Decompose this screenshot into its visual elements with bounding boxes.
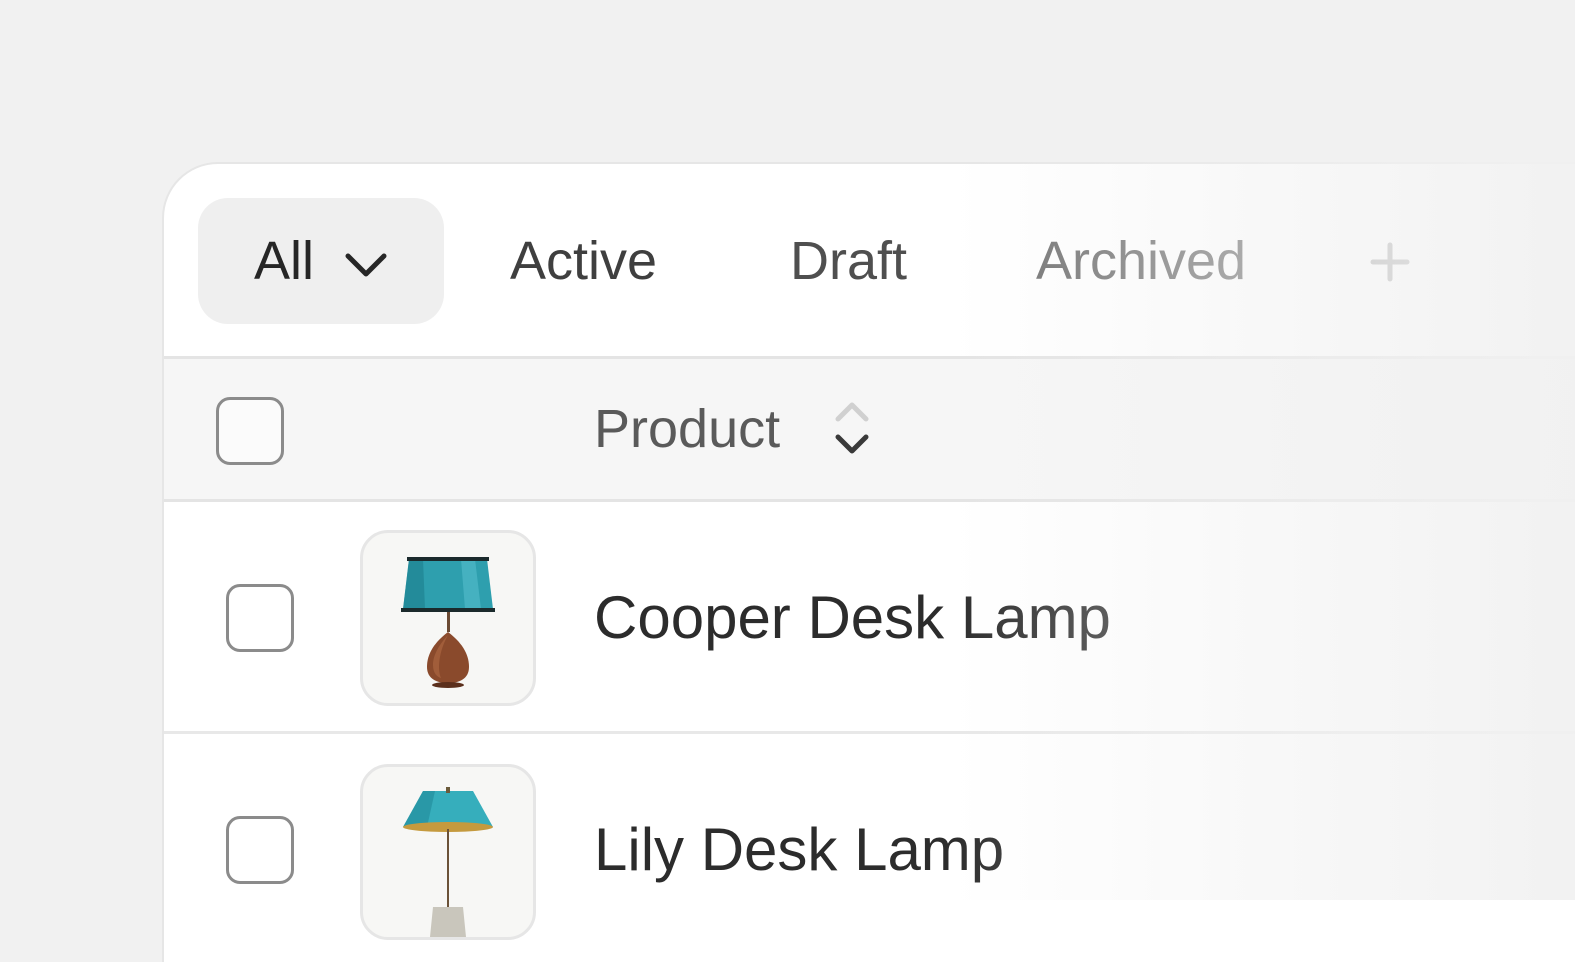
sort-updown-icon[interactable]	[832, 399, 872, 459]
product-name[interactable]: Cooper Desk Lamp	[594, 502, 1111, 734]
tab-all[interactable]: All	[198, 198, 444, 324]
status-tabs: All Active Draft Archived	[198, 198, 1575, 324]
tab-archived[interactable]: Archived	[1036, 198, 1246, 324]
lamp-image	[401, 557, 495, 688]
add-tab-button[interactable]	[1368, 198, 1412, 324]
lamp-image	[403, 787, 493, 937]
tab-all-label: All	[254, 231, 315, 291]
product-name[interactable]: Lily Desk Lamp	[594, 734, 1004, 962]
product-thumbnail	[360, 764, 536, 940]
row-checkbox[interactable]	[226, 584, 294, 652]
row-checkbox[interactable]	[226, 816, 294, 884]
product-thumbnail	[360, 530, 536, 706]
select-all-checkbox[interactable]	[216, 397, 284, 465]
column-header-product[interactable]: Product	[594, 359, 780, 499]
product-list-card: All Active Draft Archived Product Cooper…	[162, 162, 1575, 962]
tab-active[interactable]: Active	[510, 198, 657, 324]
chevron-down-icon	[345, 253, 387, 277]
tab-draft[interactable]: Draft	[790, 198, 907, 324]
table-header: Product	[164, 356, 1575, 502]
plus-icon	[1370, 242, 1410, 282]
table-row[interactable]: Cooper Desk Lamp	[164, 502, 1575, 734]
table-row[interactable]: Lily Desk Lamp	[164, 734, 1575, 962]
